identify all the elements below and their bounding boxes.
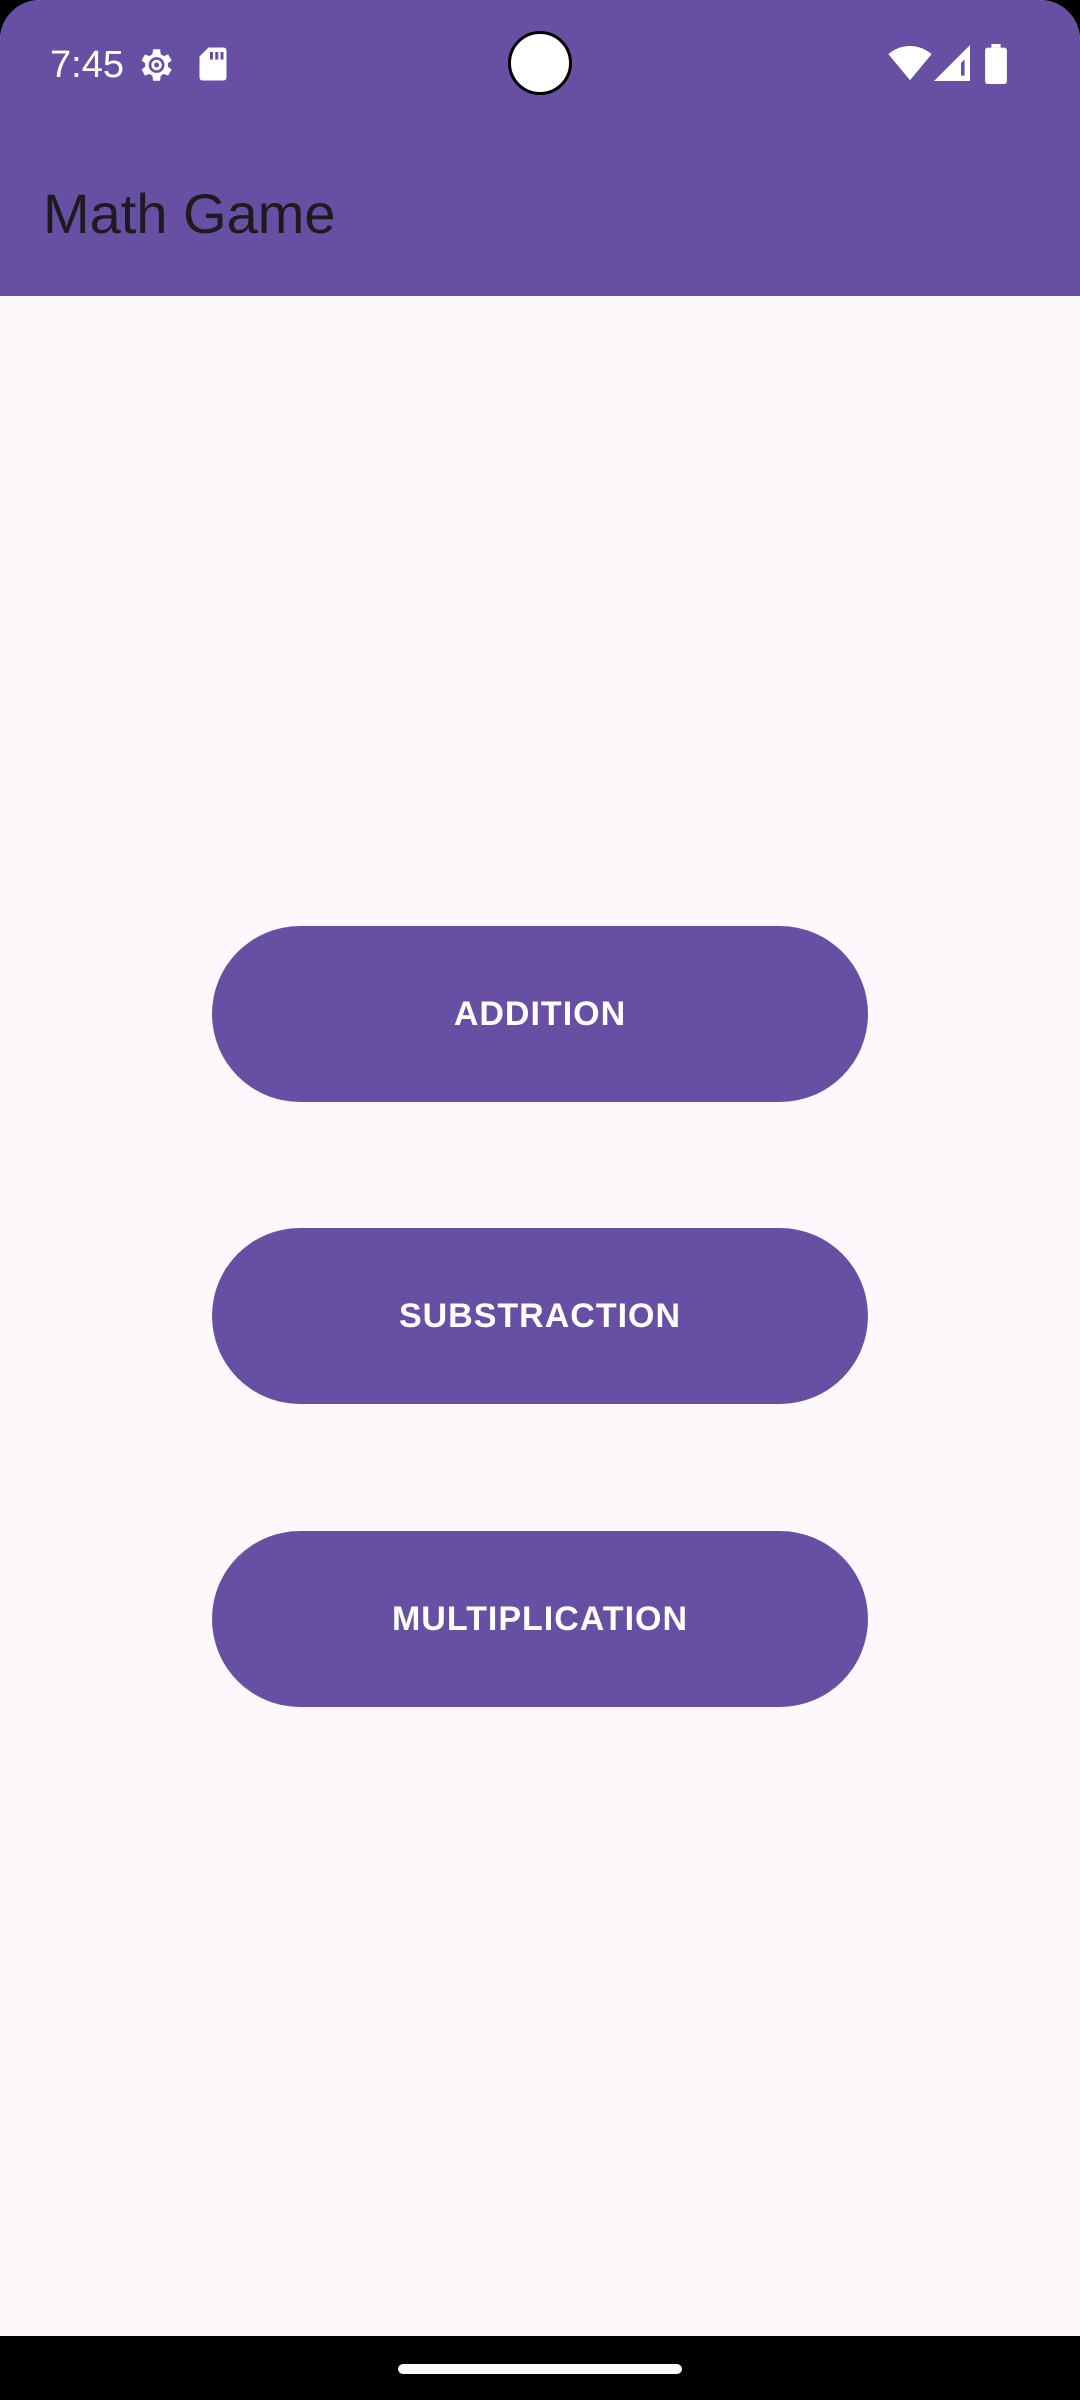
status-bar: 7:45 bbox=[0, 0, 1080, 130]
home-gesture-handle[interactable] bbox=[398, 2364, 682, 2374]
gesture-navigation-bar bbox=[0, 2336, 1080, 2400]
addition-button[interactable]: ADDITION bbox=[212, 926, 868, 1102]
battery-icon bbox=[985, 44, 1007, 84]
sd-card-icon bbox=[199, 47, 227, 81]
subtraction-button[interactable]: SUBSTRACTION bbox=[212, 1228, 868, 1404]
status-time: 7:45 bbox=[50, 44, 124, 86]
top-app-bar: 7:45 Math Game bbox=[0, 0, 1080, 296]
cellular-signal-icon bbox=[934, 45, 970, 81]
multiplication-button[interactable]: MULTIPLICATION bbox=[212, 1531, 868, 1707]
front-camera-cutout bbox=[508, 31, 572, 95]
wifi-icon bbox=[888, 46, 932, 81]
app-screen: 7:45 Math Game ADDITION SUBSTRACTION MUL… bbox=[0, 0, 1080, 2336]
settings-gear-icon bbox=[141, 49, 172, 81]
app-title: Math Game bbox=[43, 182, 336, 245]
